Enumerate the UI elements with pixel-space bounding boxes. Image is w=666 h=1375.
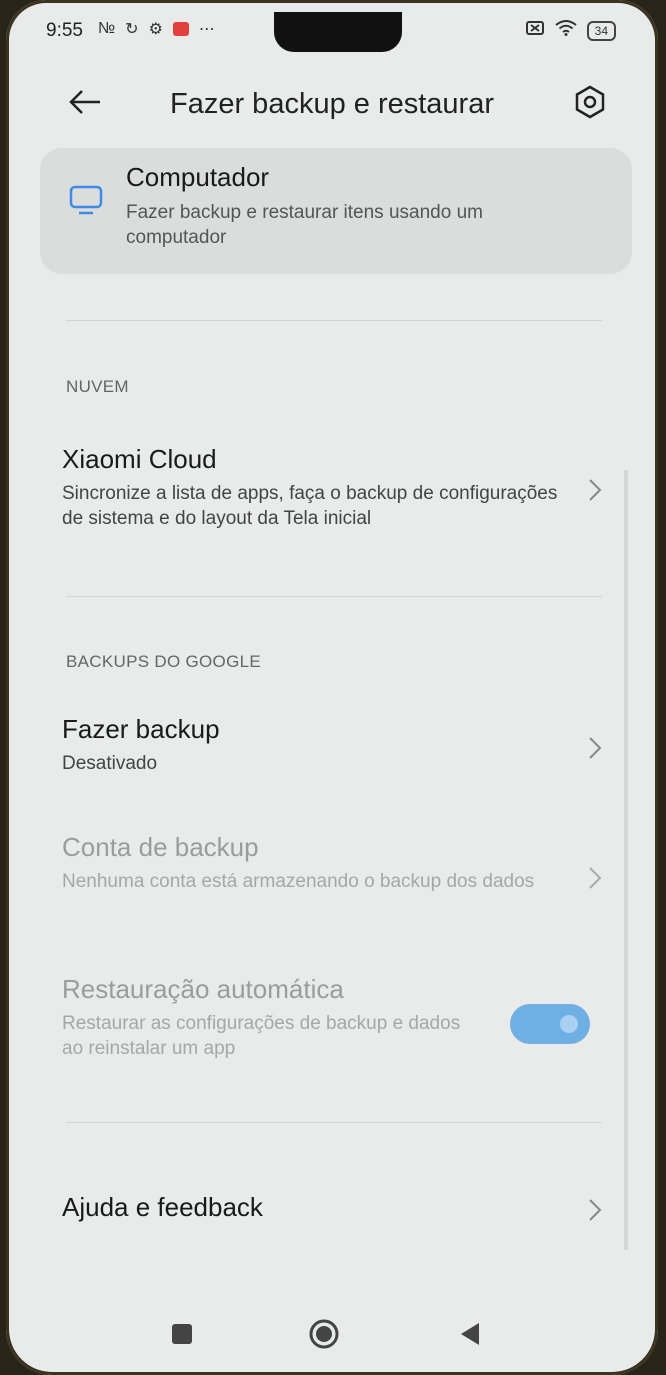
help-feedback-item[interactable]: Ajuda e feedback <box>62 1192 612 1223</box>
status-right-icons: 34 <box>525 20 616 42</box>
divider <box>66 596 602 597</box>
recents-button[interactable] <box>160 1312 204 1356</box>
backup-toggle-item[interactable]: Fazer backup Desativado <box>62 714 612 776</box>
phone-screen: 9:55 № ↻ ⚙ ⋯ 34 Fazer backup e restaurar <box>6 0 658 1375</box>
chevron-right-icon <box>589 1199 602 1221</box>
backup-account-title: Conta de backup <box>62 832 259 862</box>
triangle-back-icon <box>461 1323 479 1345</box>
computer-description: Fazer backup e restaurar itens usando um… <box>126 202 483 248</box>
back-nav-button[interactable] <box>448 1312 492 1356</box>
auto-restore-item[interactable]: Restauração automática Restaurar as conf… <box>62 974 612 1074</box>
top-app-bar: Fazer backup e restaurar <box>6 70 658 134</box>
camera-notch <box>274 12 402 52</box>
notification-icons: № ↻ ⚙ ⋯ <box>98 19 215 39</box>
toggle-knob <box>560 1015 578 1033</box>
backup-account-item[interactable]: Conta de backup Nenhuma conta está armaz… <box>62 832 612 894</box>
section-label-cloud: NUVEM <box>66 377 129 396</box>
settings-hexagon-icon <box>575 85 605 119</box>
chevron-right-icon <box>589 867 602 889</box>
gear-icon: ⚙ <box>148 21 163 38</box>
navigation-bar <box>6 1300 658 1370</box>
xiaomi-cloud-description: Sincronize a lista de apps, faça o backu… <box>62 483 558 529</box>
battery-icon: 34 <box>586 21 616 41</box>
backup-account-description: Nenhuma conta está armazenando o backup … <box>62 871 535 892</box>
circle-icon <box>309 1319 339 1349</box>
monitor-icon <box>69 185 103 215</box>
no-sim-icon <box>525 20 545 42</box>
wifi-icon <box>555 20 577 42</box>
xiaomi-cloud-item[interactable]: Xiaomi Cloud Sincronize a lista de apps,… <box>62 444 612 531</box>
backup-title: Fazer backup <box>62 714 220 744</box>
chevron-right-icon <box>589 479 602 501</box>
mail-icon <box>172 22 189 36</box>
divider <box>66 320 602 321</box>
more-dots-icon: ⋯ <box>198 21 215 38</box>
divider <box>66 1122 602 1123</box>
settings-button[interactable] <box>568 80 612 124</box>
sync-icon: ↻ <box>125 21 139 38</box>
auto-restore-description: Restaurar as configurações de backup e d… <box>62 1013 461 1059</box>
home-button[interactable] <box>302 1312 346 1356</box>
auto-restore-title: Restauração automática <box>62 974 344 1004</box>
auto-restore-toggle[interactable] <box>510 1004 590 1044</box>
xiaomi-cloud-title: Xiaomi Cloud <box>62 444 217 474</box>
nfc-icon: № <box>98 20 116 37</box>
section-label-google: BACKUPS DO GOOGLE <box>66 652 261 671</box>
status-bar: 9:55 № ↻ ⚙ ⋯ 34 <box>6 0 658 62</box>
chevron-right-icon <box>589 737 602 759</box>
computer-backup-card[interactable]: Computador Fazer backup e restaurar iten… <box>40 148 632 274</box>
help-feedback-title: Ajuda e feedback <box>62 1192 263 1222</box>
square-icon <box>172 1324 192 1344</box>
status-time: 9:55 <box>46 20 83 41</box>
scrollbar[interactable] <box>624 470 628 1250</box>
computer-title: Computador <box>126 162 270 192</box>
page-title: Fazer backup e restaurar <box>170 88 494 120</box>
backup-status: Desativado <box>62 753 158 774</box>
